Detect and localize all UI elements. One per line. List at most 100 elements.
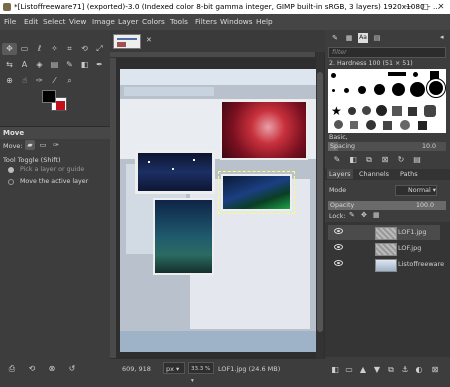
refresh-brush-icon[interactable]: ↻ — [395, 154, 407, 165]
lasso-icon[interactable]: ℓ — [32, 43, 47, 55]
reset-icon[interactable]: ↺ — [66, 363, 78, 374]
close-button[interactable]: ✕ — [434, 0, 448, 14]
layer-row[interactable]: LOF.jpg — [328, 241, 440, 256]
tab-close-icon[interactable]: ✕ — [146, 36, 152, 44]
status-bar: 609, 918 px ▾ 33.3 % ▾ LOF1.jpg (24.6 MB… — [110, 359, 325, 384]
pick-layer-radio[interactable] — [8, 167, 14, 173]
eraser-icon[interactable]: ◧ — [77, 59, 92, 71]
menu-filters[interactable]: Filters — [195, 14, 217, 30]
save-preset-icon[interactable]: ⎙ — [6, 363, 18, 374]
spacing-slider[interactable]: Spacing 10.0 — [328, 142, 446, 151]
paintbrush-icon[interactable]: ✎ — [62, 59, 77, 71]
gradient-icon[interactable]: ▤ — [47, 59, 62, 71]
mode-label: Mode — [329, 187, 347, 194]
text-icon[interactable]: A — [17, 59, 32, 71]
unit-select[interactable]: px ▾ — [163, 362, 185, 374]
layers-buttons: ◧ ▭ ▲ ▼ ⧉ ⚓ ◐ ⊠ — [325, 364, 450, 376]
move-layer-icon[interactable]: ▰ — [25, 140, 35, 150]
dock-menu-icon[interactable]: ◂ — [440, 33, 448, 43]
menu-tools[interactable]: Tools — [170, 14, 188, 30]
raise-layer-icon[interactable]: ▲ — [357, 364, 369, 375]
lock-alpha-icon[interactable]: ▦ — [373, 211, 380, 219]
document-tab-icon[interactable]: ▤ — [372, 33, 382, 43]
rect-select-icon[interactable]: ▭ — [17, 43, 32, 55]
brush-tab-icon[interactable]: ✎ — [330, 33, 340, 43]
aurora-photo[interactable] — [221, 174, 292, 211]
delete-layer-icon[interactable]: ⊠ — [429, 364, 441, 375]
transform-icon[interactable]: ⟲ — [77, 43, 92, 55]
menu-image[interactable]: Image — [92, 14, 115, 30]
tab-channels[interactable]: Channels — [357, 169, 391, 179]
move-selection-icon[interactable]: ▭ — [38, 140, 48, 150]
tab-paths[interactable]: Paths — [398, 169, 420, 179]
pattern-tab-icon[interactable]: ▦ — [344, 33, 354, 43]
clone-icon[interactable]: ⊕ — [2, 75, 17, 87]
anchor-layer-icon[interactable]: ⚓ — [399, 364, 411, 375]
layer-row[interactable]: Listoffreeware — [328, 257, 444, 272]
visibility-eye-icon[interactable] — [334, 260, 343, 266]
opacity-slider[interactable]: Opacity 100.0 — [328, 201, 446, 210]
airbrush-icon[interactable]: ✒ — [92, 59, 107, 71]
move-tool-icon[interactable]: ✥ — [2, 43, 17, 55]
visibility-eye-icon[interactable] — [334, 228, 343, 234]
zoom-select[interactable]: 33.3 % ▾ — [188, 362, 214, 384]
duplicate-layer-icon[interactable]: ⧉ — [385, 364, 397, 375]
file-info: LOF1.jpg (24.6 MB) — [218, 365, 281, 373]
minimize-button[interactable]: — — [402, 0, 416, 14]
vertical-scrollbar[interactable] — [316, 52, 324, 359]
menu-colors[interactable]: Colors — [142, 14, 165, 30]
lock-pixels-icon[interactable]: ✎ — [349, 211, 355, 219]
layer-name: LOF.jpg — [398, 244, 422, 252]
move-path-icon[interactable]: ✑ — [51, 140, 61, 150]
fuzzy-select-icon[interactable]: ✧ — [47, 43, 62, 55]
menu-help[interactable]: Help — [256, 14, 273, 30]
spacing-value: 10.0 — [422, 143, 437, 150]
opacity-label: Opacity — [330, 202, 355, 209]
restore-preset-icon[interactable]: ⟲ — [26, 363, 38, 374]
scale-icon[interactable]: ⤢ — [92, 43, 107, 55]
mode-select[interactable]: Normal ▾ — [395, 185, 437, 196]
delete-preset-icon[interactable]: ⊗ — [46, 363, 58, 374]
font-tab-icon[interactable]: Aa — [358, 33, 368, 43]
edit-brush-icon[interactable]: ✎ — [331, 154, 343, 165]
smudge-icon[interactable]: ☝ — [17, 75, 32, 87]
tab-layers[interactable]: Layers — [327, 169, 353, 179]
path-icon[interactable]: ✑ — [32, 75, 47, 87]
tool-options-title: Move — [3, 129, 25, 137]
lower-layer-icon[interactable]: ▼ — [371, 364, 383, 375]
unit-value: px — [166, 365, 174, 373]
layer-row[interactable]: LOF1.jpg — [328, 225, 440, 240]
visibility-eye-icon[interactable] — [334, 244, 343, 250]
brush-grid[interactable]: ★ — [328, 69, 446, 133]
menu-edit[interactable]: Edit — [24, 14, 38, 30]
spacing-label: Spacing — [330, 143, 356, 150]
opacity-value: 100.0 — [416, 202, 435, 209]
current-brush-label: 2. Hardness 100 (51 × 51) — [329, 60, 413, 67]
menu-view[interactable]: View — [69, 14, 86, 30]
menu-file[interactable]: File — [4, 14, 16, 30]
layer-mask-icon[interactable]: ◐ — [413, 364, 425, 375]
new-layer-icon[interactable]: ◧ — [329, 364, 341, 375]
bucket-icon[interactable]: ◈ — [32, 59, 47, 71]
new-group-icon[interactable]: ▭ — [343, 364, 355, 375]
foreground-color-swatch[interactable] — [42, 90, 56, 103]
move-label: Move: — [3, 142, 23, 150]
flip-icon[interactable]: ⇆ — [2, 59, 17, 71]
move-active-radio[interactable] — [8, 179, 14, 185]
lock-position-icon[interactable]: ✥ — [361, 211, 367, 219]
open-brush-icon[interactable]: ▤ — [411, 154, 423, 165]
menu-layer[interactable]: Layer — [118, 14, 138, 30]
menu-select[interactable]: Select — [43, 14, 66, 30]
brush-filter-input[interactable]: filter — [328, 47, 446, 58]
maximize-button[interactable]: □ — [418, 0, 432, 14]
zoom-icon[interactable]: ⌕ — [62, 75, 77, 87]
menu-windows[interactable]: Windows — [220, 14, 253, 30]
delete-brush-icon[interactable]: ⊠ — [379, 154, 391, 165]
image-tab-thumbnail[interactable] — [113, 34, 141, 49]
mode-value: Normal — [408, 187, 431, 194]
move-active-label: Move the active layer — [20, 178, 89, 185]
crop-icon[interactable]: ⌗ — [62, 43, 77, 55]
color-picker-icon[interactable]: ⁄ — [47, 75, 62, 87]
new-brush-icon[interactable]: ◧ — [347, 154, 359, 165]
duplicate-brush-icon[interactable]: ⧉ — [363, 154, 375, 165]
